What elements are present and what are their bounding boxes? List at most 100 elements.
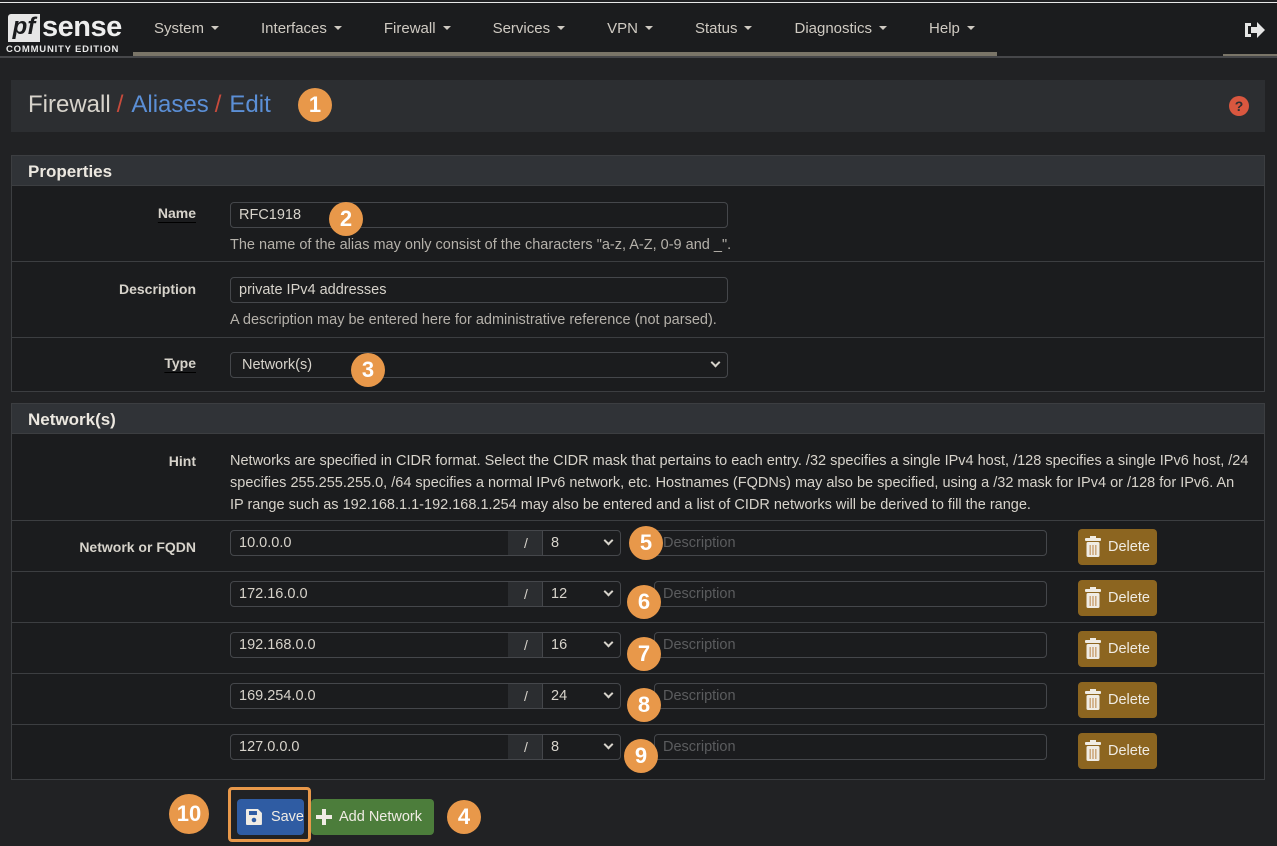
- nav-label: Interfaces: [261, 19, 327, 37]
- chevron-down-icon: [603, 739, 614, 750]
- type-select-value: Network(s): [242, 357, 313, 373]
- name-label: Name: [157, 205, 196, 221]
- caret-down-icon: [644, 26, 653, 30]
- chevron-down-icon: [603, 688, 614, 699]
- cidr-mask-value: 8: [551, 739, 560, 755]
- caret-down-icon: [966, 26, 975, 30]
- main-menu: System Interfaces Firewall Services VPN …: [133, 3, 996, 57]
- cidr-mask-select[interactable]: 8: [542, 530, 621, 556]
- pfsense-logo[interactable]: pf sense COMMUNITY EDITION: [6, 11, 126, 57]
- description-row: Description private IPv4 addresses A des…: [12, 262, 1264, 338]
- breadcrumb-separator: /: [116, 91, 124, 118]
- network-input[interactable]: 172.16.0.0: [230, 581, 510, 607]
- callout-badge: 7: [627, 637, 661, 671]
- chevron-down-icon: [603, 535, 614, 546]
- entry-description-input[interactable]: Description: [654, 581, 1047, 607]
- nav-label: Diagnostics: [794, 19, 873, 37]
- save-button[interactable]: Save: [237, 799, 304, 835]
- delete-button[interactable]: Delete: [1078, 580, 1157, 616]
- callout-badge: 10: [169, 794, 209, 834]
- hint-row: Hint Networks are specified in CIDR form…: [12, 434, 1264, 521]
- nav-interfaces[interactable]: Interfaces: [240, 3, 363, 53]
- navbar-divider: [0, 56, 1277, 58]
- name-input[interactable]: RFC1918: [230, 202, 728, 228]
- nav-label: VPN: [607, 19, 638, 37]
- callout-badge: 5: [629, 526, 663, 560]
- nav-vpn[interactable]: VPN: [586, 3, 674, 53]
- network-input[interactable]: 127.0.0.0: [230, 734, 510, 760]
- breadcrumb-edit[interactable]: Edit: [229, 91, 270, 119]
- caret-down-icon: [744, 26, 753, 30]
- delete-button[interactable]: Delete: [1078, 682, 1157, 718]
- callout-badge: 1: [298, 88, 332, 122]
- network-input[interactable]: 10.0.0.0: [230, 530, 510, 556]
- network-input[interactable]: 192.168.0.0: [230, 632, 510, 658]
- cidr-mask-value: 12: [551, 586, 568, 602]
- hint-text: Networks are specified in CIDR format. S…: [230, 453, 1249, 513]
- type-row: Type Network(s): [12, 338, 1264, 391]
- delete-button[interactable]: Delete: [1078, 529, 1157, 565]
- cidr-mask-select[interactable]: 12: [542, 581, 621, 607]
- nav-system[interactable]: System: [133, 3, 240, 53]
- edition-label: COMMUNITY EDITION: [6, 44, 120, 55]
- name-row: Name RFC1918 The name of the alias may o…: [12, 186, 1264, 262]
- sign-out-icon[interactable]: [1243, 20, 1267, 40]
- caret-down-icon: [879, 26, 888, 30]
- breadcrumb-aliases[interactable]: Aliases: [131, 91, 208, 119]
- nav-services[interactable]: Services: [472, 3, 587, 53]
- caret-down-icon: [442, 26, 451, 30]
- trash-icon: [1085, 638, 1101, 659]
- networks-heading: Network(s): [12, 404, 1264, 434]
- type-label: Type: [164, 355, 196, 371]
- trash-icon: [1085, 740, 1101, 761]
- entry-description-input[interactable]: Description: [654, 530, 1047, 556]
- trash-icon: [1085, 587, 1101, 608]
- callout-badge: 8: [627, 688, 661, 722]
- entry-description-input[interactable]: Description: [654, 683, 1047, 709]
- add-network-label: Add Network: [339, 809, 423, 825]
- callout-badge: 3: [351, 353, 385, 387]
- trash-icon: [1085, 689, 1101, 710]
- delete-label: Delete: [1108, 641, 1150, 657]
- type-select[interactable]: Network(s): [230, 352, 728, 378]
- description-label: Description: [118, 281, 196, 297]
- nav-label: Status: [694, 19, 738, 37]
- properties-heading: Properties: [12, 156, 1264, 186]
- cidr-mask-value: 24: [551, 688, 568, 704]
- nav-label: Help: [929, 19, 960, 37]
- plus-icon: [316, 809, 332, 825]
- question-circle-icon[interactable]: ?: [1229, 96, 1249, 116]
- breadcrumb-firewall: Firewall: [28, 91, 111, 118]
- cidr-mask-value: 8: [551, 535, 560, 551]
- top-navbar: pf sense COMMUNITY EDITION System Interf…: [0, 2, 1277, 58]
- delete-label: Delete: [1108, 692, 1150, 708]
- name-help-text: The name of the alias may only consist o…: [230, 237, 732, 253]
- delete-label: Delete: [1108, 590, 1150, 606]
- entry-description-input[interactable]: Description: [654, 632, 1047, 658]
- description-input[interactable]: private IPv4 addresses: [230, 277, 728, 303]
- network-label: Network or FQDN: [79, 539, 196, 555]
- logo-word: sense: [42, 11, 122, 43]
- nav-label: System: [154, 19, 205, 37]
- nav-firewall[interactable]: Firewall: [363, 3, 472, 53]
- entry-description-input[interactable]: Description: [654, 734, 1047, 760]
- description-help-text: A description may be entered here for ad…: [230, 312, 717, 328]
- add-network-button[interactable]: Add Network: [311, 799, 434, 835]
- delete-label: Delete: [1108, 539, 1150, 555]
- nav-status[interactable]: Status: [674, 3, 774, 53]
- delete-button[interactable]: Delete: [1078, 631, 1157, 667]
- cidr-mask-select[interactable]: 8: [542, 734, 621, 760]
- breadcrumb-panel: Firewall / Aliases / Edit ?: [11, 80, 1265, 132]
- delete-label: Delete: [1108, 743, 1150, 759]
- logo-mark: pf: [8, 14, 40, 42]
- cidr-mask-select[interactable]: 16: [542, 632, 621, 658]
- cidr-mask-select[interactable]: 24: [542, 683, 621, 709]
- network-input[interactable]: 169.254.0.0: [230, 683, 510, 709]
- trash-icon: [1085, 536, 1101, 557]
- delete-button[interactable]: Delete: [1078, 733, 1157, 769]
- nav-label: Services: [492, 19, 551, 37]
- callout-badge: 2: [329, 202, 363, 236]
- nav-diagnostics[interactable]: Diagnostics: [773, 3, 908, 53]
- nav-help[interactable]: Help: [908, 3, 996, 53]
- cidr-slash: /: [508, 530, 544, 556]
